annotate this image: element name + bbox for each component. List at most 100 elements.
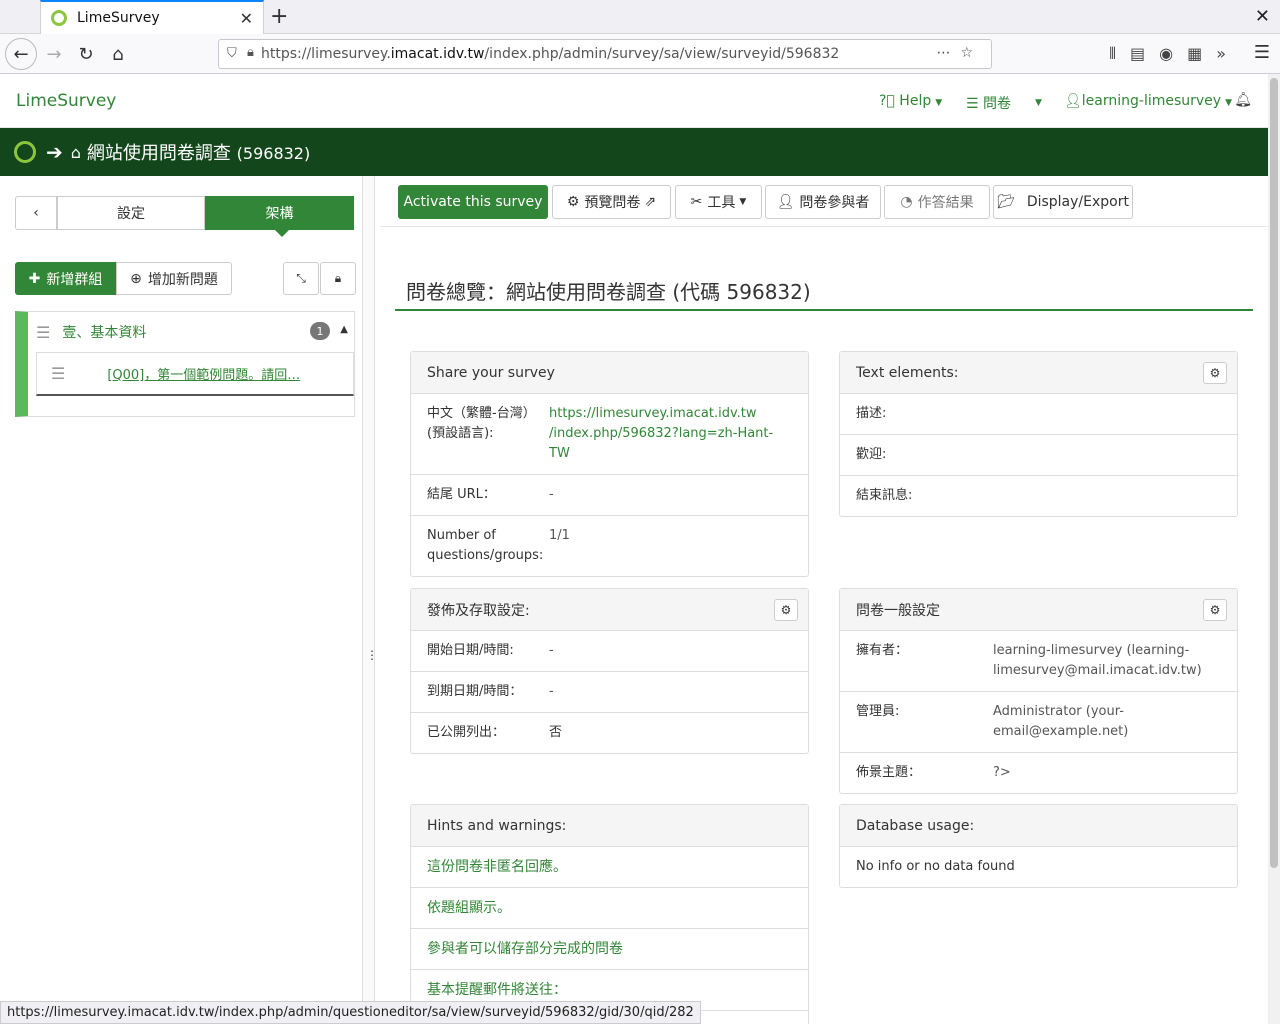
surveys-dropdown-caret[interactable]: ▼ <box>1031 93 1042 109</box>
description-label: 描述: <box>856 406 887 421</box>
start-date-row: 開始日期/時間: - <box>411 631 808 672</box>
arrow-right-icon: ➔ <box>46 140 63 164</box>
page-scrollbar[interactable] <box>1268 74 1280 1024</box>
window-close-icon[interactable]: ✕ <box>1255 6 1270 27</box>
forward-icon[interactable]: → <box>40 40 68 68</box>
collapse-sidebar-button[interactable]: ‹ <box>15 196 57 230</box>
hint-item[interactable]: 參與者可以儲存部分完成的問卷 <box>411 929 808 970</box>
count-row: Number of questions/groups: 1/1 <box>411 516 808 576</box>
question-link[interactable]: [Q00]，第一個範例問題。請回… <box>107 364 300 383</box>
limesurvey-favicon-icon <box>51 10 67 26</box>
bell-icon[interactable]: 🔔︎ <box>1234 92 1252 108</box>
tools-dropdown-button[interactable]: ✂ 工具 ▼ <box>675 185 762 219</box>
group-header[interactable]: ☰ 壹、基本資料 <box>36 322 146 342</box>
compress-icon: ⤡ <box>296 271 306 285</box>
general-settings-panel: 問卷一般設定 ⚙ 擁有者： learning-limesurvey (learni… <box>839 588 1238 794</box>
close-tab-icon[interactable]: ✕ <box>240 9 253 28</box>
help-menu[interactable]: ?⃝ Help ▼ <box>879 93 942 109</box>
owner-value: learning-limesurvey (learning-limesurvey… <box>993 643 1202 678</box>
admin-label: 管理員: <box>856 704 900 719</box>
drag-handle-icon[interactable]: ☰ <box>51 364 65 383</box>
count-value: 1/1 <box>549 528 570 543</box>
hints-warnings-panel: Hints and warnings: 這份問卷非匿名回應。 依題組顯示。 參與… <box>410 804 809 1024</box>
public-listed-value: 否 <box>549 725 563 740</box>
question-group: ☰ 壹、基本資料 1 ▲ ☰ [Q00]，第一個範例問題。請回… <box>15 311 355 417</box>
home-icon[interactable]: ⌂ <box>71 143 81 162</box>
user-icon: 👤︎ <box>776 194 795 210</box>
tab-settings[interactable]: 設定 <box>57 196 205 230</box>
new-tab-icon[interactable]: + <box>270 4 288 29</box>
tab-title: LimeSurvey <box>77 10 160 26</box>
start-date-label: 開始日期/時間: <box>427 643 514 658</box>
plus-icon: ✚ <box>28 270 41 287</box>
panel-title: Share your survey <box>411 352 808 394</box>
responses-button[interactable]: ◔ 作答結果 <box>884 185 990 219</box>
cogs-icon[interactable]: ⚙ <box>1203 362 1227 384</box>
back-icon[interactable]: ← <box>5 38 37 70</box>
admin-row: 管理員: Administrator (your-email@example.n… <box>840 692 1237 753</box>
page-actions[interactable]: ⋯☆ <box>936 45 983 61</box>
end-url-row: 結尾 URL： - <box>411 475 808 516</box>
count-label: Number of questions/groups: <box>427 528 544 563</box>
collapse-all-button[interactable]: ⤡ <box>283 262 319 295</box>
limesurvey-logo-icon[interactable] <box>14 141 36 163</box>
browser-navbar: ← → ↻ ⌂ ⛉ 🔒︎ https://limesurvey.imacat.i… <box>0 34 1280 74</box>
user-menu[interactable]: 👤︎learning-limesurvey ▼ <box>1064 93 1232 109</box>
hint-item[interactable]: 這份問卷非匿名回應。 <box>411 847 808 888</box>
end-message-row: 結束訊息: <box>840 476 1237 516</box>
expiry-date-label: 到期日期/時間： <box>427 684 523 699</box>
end-url-label: 結尾 URL： <box>427 487 496 502</box>
gear-icon: ⚙ <box>566 194 580 210</box>
welcome-label: 歡迎: <box>856 447 887 462</box>
end-url-value: - <box>549 487 554 502</box>
surveys-menu[interactable]: ☰ 問卷 <box>966 93 1011 113</box>
preview-survey-button[interactable]: ⚙ 預覽問卷 ⇗ <box>552 185 671 219</box>
add-group-button[interactable]: ✚ 新增群組 <box>15 262 116 295</box>
user-icon: 👤︎ <box>1064 93 1082 109</box>
heading-divider <box>395 309 1253 311</box>
expiry-date-value: - <box>549 684 554 699</box>
question-item[interactable]: ☰ [Q00]，第一個範例問題。請回… <box>36 352 354 396</box>
url-text[interactable]: https://limesurvey.imacat.idv.tw/index.p… <box>261 46 839 62</box>
cogs-icon[interactable]: ⚙ <box>1203 599 1227 621</box>
text-elements-panel: Text elements: ⚙ 描述: 歡迎: 結束訊息: <box>839 351 1238 517</box>
cogs-icon[interactable]: ⚙ <box>774 599 798 621</box>
panel-title: Database usage: <box>840 805 1237 847</box>
drag-handle-icon[interactable]: ⋮ <box>366 648 378 662</box>
display-export-button[interactable]: 📂︎ Display/Export <box>993 185 1133 219</box>
shield-icon[interactable]: ⛉ <box>227 46 237 61</box>
sidebar: ‹ 設定 架構 ✚ 新增群組 ⊕ 增加新問題 ⤡ 🔒︎ ☰ 壹、基本資料 1 ▲ ☰… <box>0 176 363 1024</box>
panel-title: Hints and warnings: <box>411 805 808 847</box>
drag-handle-icon[interactable]: ☰ <box>36 323 50 342</box>
language-label: 中文（繁體-台灣）(預設語言): <box>427 406 536 441</box>
lock-icon[interactable]: 🔒︎ <box>247 45 254 60</box>
theme-label: 佈景主題： <box>856 765 922 780</box>
browser-toolbar-icons[interactable]: ⫴▤◉▦» <box>1109 44 1240 64</box>
hint-item[interactable]: 依題組顯示。 <box>411 888 808 929</box>
reload-icon[interactable]: ↻ <box>72 40 100 68</box>
public-listed-label: 已公開列出： <box>427 725 506 740</box>
participants-button[interactable]: 👤︎ 問卷參與者 <box>765 185 881 219</box>
admin-value: Administrator (your-email@example.net) <box>993 704 1129 739</box>
survey-title[interactable]: 網站使用問卷調查 (596832) <box>87 139 310 165</box>
status-bar: https://limesurvey.imacat.idv.tw/index.p… <box>0 1001 701 1024</box>
survey-link[interactable]: https://limesurvey.imacat.idv.tw/index.p… <box>549 404 792 464</box>
database-row: No info or no data found <box>840 847 1237 887</box>
browser-tab[interactable]: LimeSurvey ✕ <box>40 0 264 34</box>
theme-value: ?> <box>993 765 1011 780</box>
sidebar-splitter[interactable]: ⋮ <box>363 176 378 1024</box>
url-bar[interactable]: ⛉ 🔒︎ https://limesurvey.imacat.idv.tw/in… <box>218 39 992 69</box>
caret-up-icon[interactable]: ▲ <box>340 324 348 335</box>
add-question-button[interactable]: ⊕ 增加新問題 <box>116 262 232 295</box>
scrollbar-thumb[interactable] <box>1270 78 1278 868</box>
tab-structure[interactable]: 架構 <box>205 196 354 237</box>
activate-survey-button[interactable]: Activate this survey <box>398 185 548 219</box>
menu-icon[interactable]: ☰ <box>1254 42 1270 63</box>
home-icon[interactable]: ⌂ <box>104 40 132 68</box>
external-link-icon: ⇗ <box>644 194 657 210</box>
survey-titlebar: ➔ ⌂ 網站使用問卷調查 (596832) <box>0 128 1268 176</box>
lock-order-button[interactable]: 🔒︎ <box>320 262 356 295</box>
brand-logo[interactable]: LimeSurvey <box>16 91 116 111</box>
group-name[interactable]: 壹、基本資料 <box>62 322 146 342</box>
plus-circle-icon: ⊕ <box>130 270 142 287</box>
